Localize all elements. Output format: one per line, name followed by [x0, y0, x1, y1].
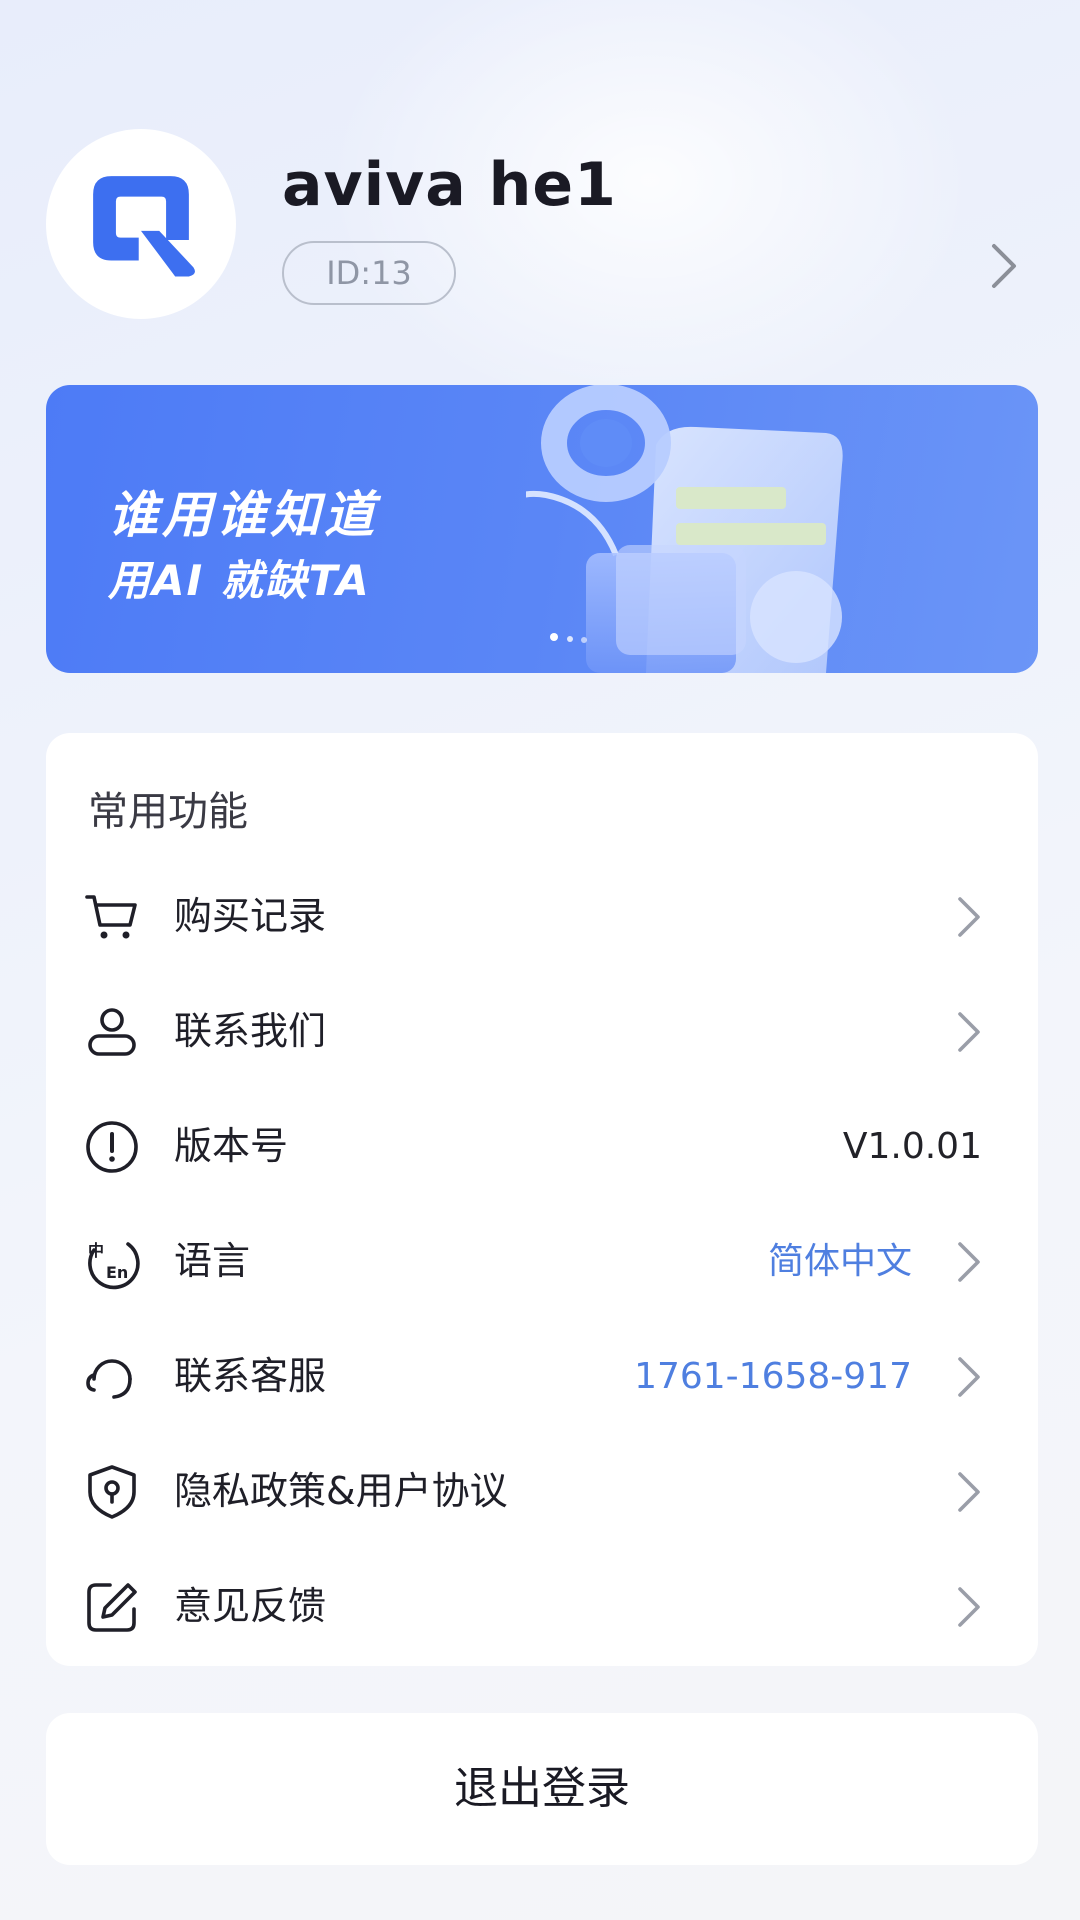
banner-illustration [526, 385, 843, 673]
banner-subtitle: 用AI 就缺TA [108, 556, 371, 605]
user-icon [88, 1008, 136, 1056]
language-item[interactable]: 中 En 语言 简体中文 [46, 1204, 1038, 1319]
privacy-policy-item[interactable]: 隐私政策&用户协议 [46, 1434, 1038, 1549]
version-label: 版本号 [174, 1124, 289, 1168]
customer-service-label: 联系客服 [174, 1354, 327, 1398]
shield-lock-icon [88, 1465, 136, 1519]
version-value: V1.0.01 [842, 1126, 982, 1167]
promo-banner[interactable]: 谁用谁知道 用AI 就缺TA [46, 385, 1038, 673]
edit-icon [87, 1583, 137, 1632]
purchase-history-item[interactable]: 购买记录 [46, 859, 1038, 974]
avatar[interactable] [46, 129, 236, 319]
app-logo-icon [93, 176, 195, 277]
language-label: 语言 [174, 1239, 251, 1283]
language-icon: 中 En [88, 1241, 140, 1290]
customer-service-phone[interactable]: 1761-1658-917 [634, 1319, 912, 1434]
username: aviva he1 [282, 150, 617, 220]
customer-service-item[interactable]: 联系客服 1761-1658-917 [46, 1319, 1038, 1434]
privacy-policy-label: 隐私政策&用户协议 [174, 1469, 508, 1513]
language-value: 简体中文 [767, 1241, 912, 1282]
info-icon [86, 1121, 138, 1173]
chevron-right-icon[interactable] [956, 1470, 982, 1514]
logout-button[interactable]: 退出登录 [46, 1713, 1038, 1865]
profile-header[interactable]: aviva he1 ID:13 [0, 0, 1080, 360]
user-id-badge: ID:13 [282, 241, 456, 305]
svg-text:中: 中 [88, 1241, 104, 1260]
version-item: 版本号 V1.0.01 [46, 1089, 1038, 1204]
chevron-right-icon[interactable] [956, 1240, 982, 1284]
contact-us-label: 联系我们 [174, 1009, 327, 1053]
chevron-right-icon[interactable] [956, 1585, 982, 1629]
features-card: 常用功能 购买记录 联系我们 版本号 V1.0.01 中 En 语言 简体中文 … [46, 733, 1038, 1666]
section-title: 常用功能 [88, 789, 248, 835]
feedback-label: 意见反馈 [174, 1584, 327, 1628]
contact-us-item[interactable]: 联系我们 [46, 974, 1038, 1089]
chevron-right-icon[interactable] [990, 242, 1018, 290]
banner-title: 谁用谁知道 [108, 486, 378, 544]
feedback-item[interactable]: 意见反馈 [46, 1549, 1038, 1664]
chevron-right-icon[interactable] [956, 1355, 982, 1399]
cart-icon [85, 895, 137, 939]
svg-text:En: En [106, 1263, 128, 1282]
headset-icon [86, 1359, 132, 1399]
purchase-history-label: 购买记录 [174, 894, 327, 938]
chevron-right-icon[interactable] [956, 895, 982, 939]
chevron-right-icon[interactable] [956, 1010, 982, 1054]
